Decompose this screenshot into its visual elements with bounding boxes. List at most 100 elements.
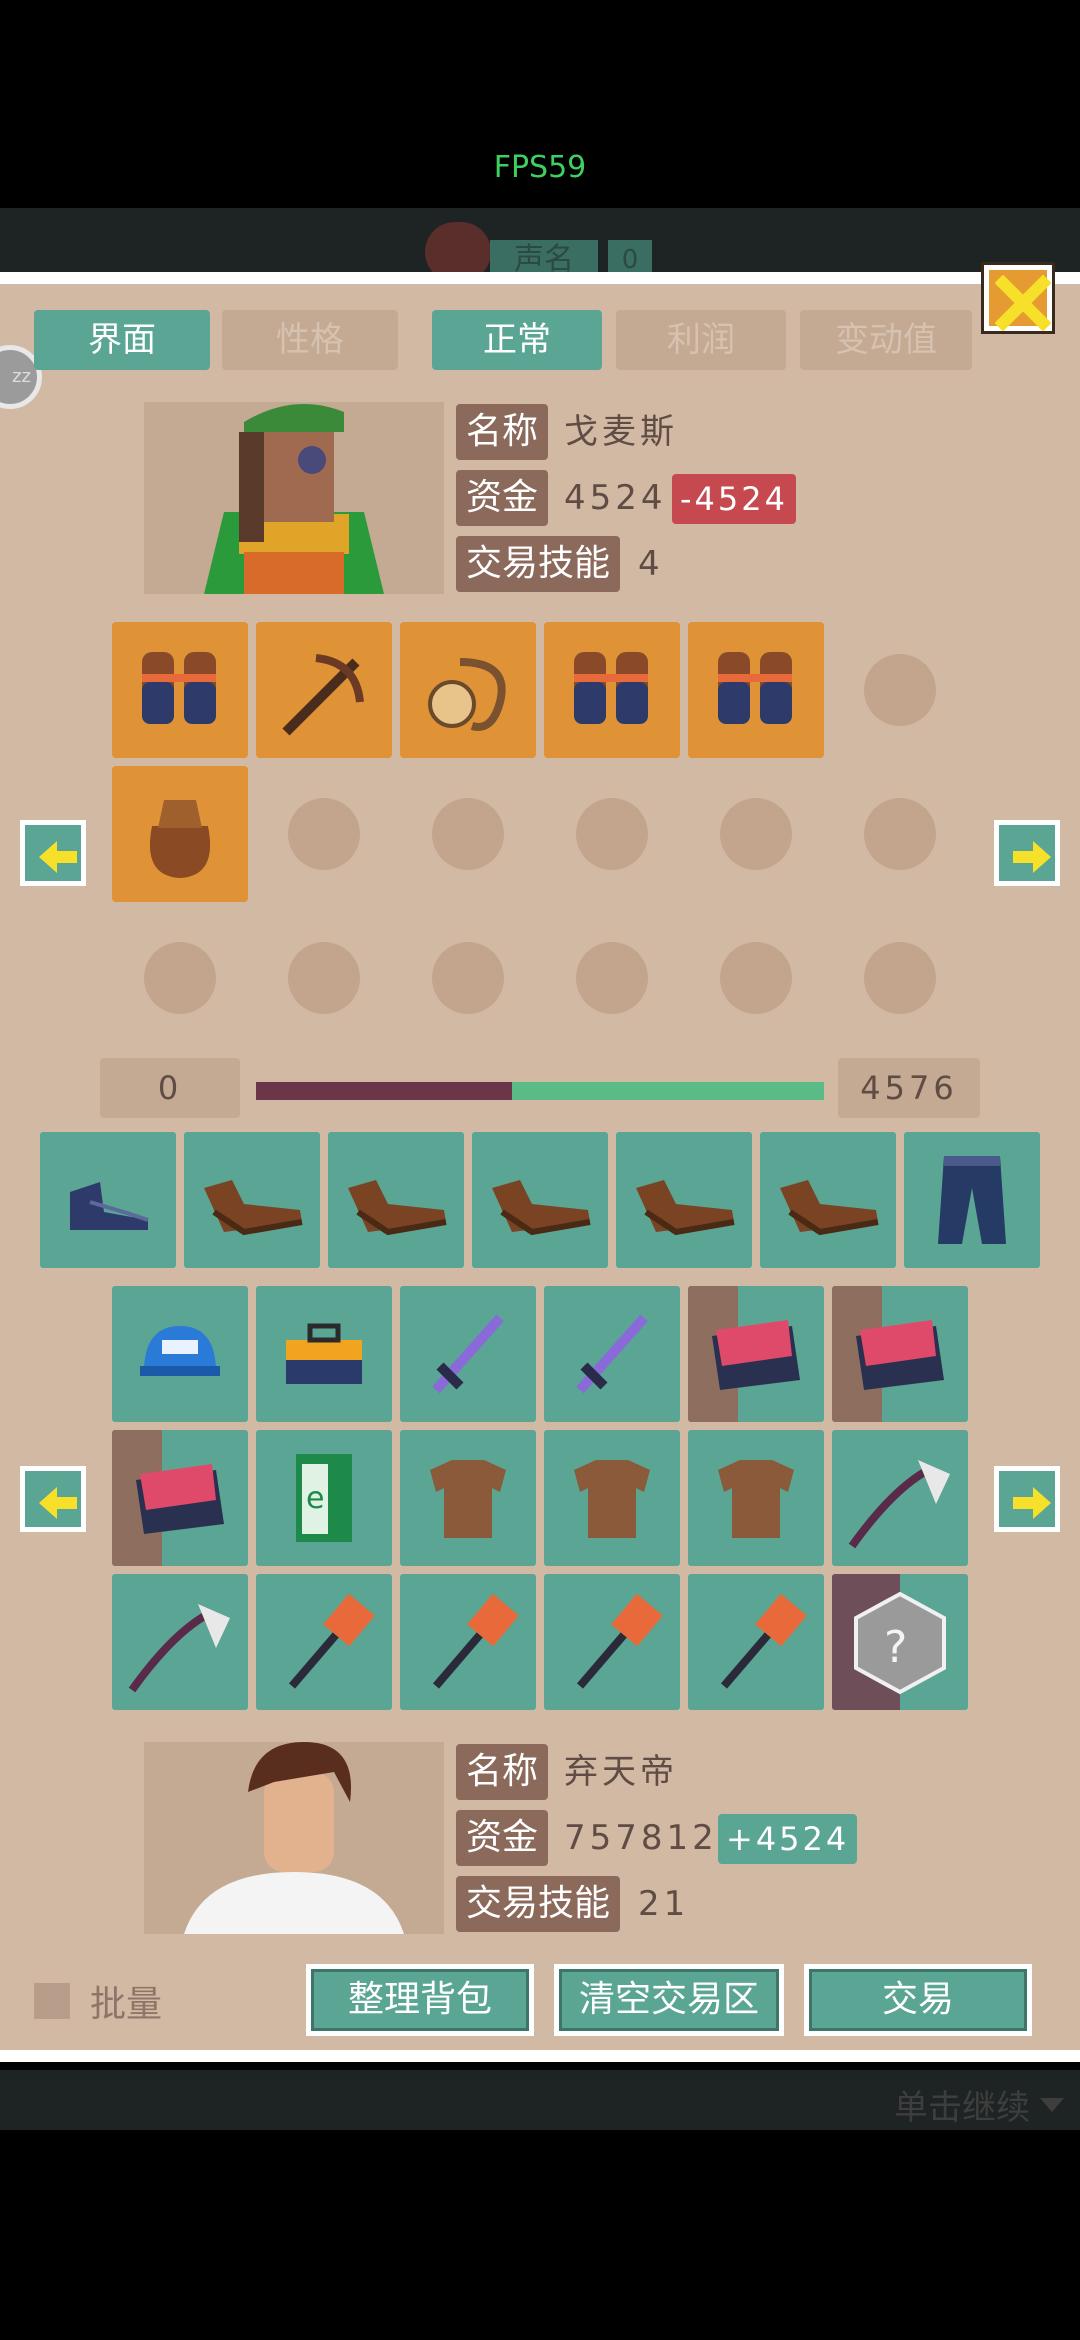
hammer-icon <box>288 1593 375 1689</box>
book-icon <box>136 1464 224 1534</box>
player-skill-label: 交易技能 <box>456 1876 621 1932</box>
rope-icon <box>428 658 506 731</box>
player-funds-label: 资金 <box>456 1810 549 1866</box>
gloves-icon <box>574 652 648 724</box>
empty-slot[interactable] <box>864 654 936 726</box>
arrow-right-icon <box>1013 1487 1051 1519</box>
empty-slot[interactable] <box>576 798 648 870</box>
empty-slot[interactable] <box>288 942 360 1014</box>
tab-personality[interactable]: 性格 <box>222 310 398 370</box>
balance-bar <box>256 1082 824 1100</box>
cap-icon <box>140 1326 220 1376</box>
player-name-label: 名称 <box>456 1744 549 1800</box>
inventory-slot[interactable]: ? <box>832 1574 968 1710</box>
empty-slot[interactable] <box>144 942 216 1014</box>
tab-interface[interactable]: 界面 <box>34 310 210 370</box>
armor-icon <box>574 1460 650 1538</box>
clear-trade-area-button[interactable]: 清空交易区 <box>554 1964 784 2036</box>
inventory-next-button[interactable] <box>994 1466 1060 1532</box>
trader-portrait <box>144 402 444 594</box>
player-funds-delta: +4524 <box>718 1814 858 1864</box>
empty-slot[interactable] <box>432 798 504 870</box>
inventory-slot[interactable] <box>904 1132 1040 1268</box>
gloves-icon <box>718 652 792 724</box>
inventory-slot[interactable] <box>112 1574 248 1710</box>
trade-slot[interactable] <box>688 622 824 758</box>
empty-slot[interactable] <box>288 798 360 870</box>
inventory-slot[interactable]: e <box>256 1430 392 1566</box>
continue-label: 单击继续 <box>894 2088 1030 2128</box>
trade-slot[interactable] <box>112 622 248 758</box>
trader-funds-label: 资金 <box>456 470 549 526</box>
trader-skill-label: 交易技能 <box>456 536 621 592</box>
trader-skill: 4 <box>638 544 664 584</box>
sword-icon <box>576 1314 648 1394</box>
inventory-slot[interactable] <box>112 1430 248 1566</box>
inventory-slot[interactable] <box>256 1286 392 1422</box>
trader-funds: 4524 <box>564 478 667 518</box>
svg-text:e: e <box>306 1481 324 1516</box>
trade-slot[interactable] <box>112 766 248 902</box>
inventory-slot[interactable] <box>832 1430 968 1566</box>
inventory-slot[interactable] <box>544 1574 680 1710</box>
shoes-icon <box>780 1180 879 1236</box>
trade-slot[interactable] <box>400 622 536 758</box>
armor-icon <box>430 1460 506 1538</box>
inventory-slot[interactable] <box>112 1286 248 1422</box>
player-portrait <box>144 1742 444 1934</box>
balance-bar-fill <box>256 1082 512 1100</box>
trade-next-button[interactable] <box>994 820 1060 886</box>
shoes-icon <box>492 1180 591 1236</box>
inventory-slot[interactable] <box>400 1574 536 1710</box>
tab-change-value[interactable]: 变动值 <box>800 310 972 370</box>
close-button[interactable] <box>984 265 1052 331</box>
book-icon <box>712 1320 800 1390</box>
arrow-right-icon <box>1013 841 1051 873</box>
inventory-slot[interactable] <box>544 1286 680 1422</box>
chevron-down-icon <box>1040 2098 1064 2112</box>
inventory-slot[interactable] <box>400 1286 536 1422</box>
inventory-slot[interactable] <box>688 1430 824 1566</box>
inventory-slot[interactable] <box>256 1574 392 1710</box>
inventory-slot[interactable] <box>400 1430 536 1566</box>
empty-slot[interactable] <box>432 942 504 1014</box>
ebook-icon: e <box>296 1454 352 1542</box>
trade-button[interactable]: 交易 <box>804 1964 1032 2036</box>
trade-prev-button[interactable] <box>20 820 86 886</box>
empty-slot[interactable] <box>576 942 648 1014</box>
trader-name: 戈麦斯 <box>564 412 678 452</box>
batch-checkbox[interactable] <box>34 1983 70 2019</box>
empty-slot[interactable] <box>720 798 792 870</box>
inventory-slot[interactable] <box>184 1132 320 1268</box>
inventory-prev-button[interactable] <box>20 1466 86 1532</box>
trade-slot[interactable] <box>544 622 680 758</box>
inventory-slot[interactable] <box>616 1132 752 1268</box>
hammer-icon <box>720 1593 807 1689</box>
trader-name-label: 名称 <box>456 404 549 460</box>
tab-profit[interactable]: 利润 <box>616 310 786 370</box>
balance-right-value: 4576 <box>838 1058 980 1118</box>
axe-icon <box>128 1604 230 1693</box>
inventory-slot[interactable] <box>472 1132 608 1268</box>
empty-slot[interactable] <box>720 942 792 1014</box>
balance-left-value: 0 <box>100 1058 240 1118</box>
empty-slot[interactable] <box>864 942 936 1014</box>
batch-label: 批量 <box>90 1984 163 2025</box>
tab-normal[interactable]: 正常 <box>432 310 602 370</box>
mystery-box-icon: ? <box>854 1591 946 1695</box>
sort-backpack-button[interactable]: 整理背包 <box>306 1964 534 2036</box>
trade-slot[interactable] <box>256 622 392 758</box>
empty-slot[interactable] <box>864 798 936 870</box>
inventory-slot[interactable] <box>328 1132 464 1268</box>
inventory-slot[interactable] <box>760 1132 896 1268</box>
sword-icon <box>432 1314 504 1394</box>
inventory-slot[interactable] <box>40 1132 176 1268</box>
inventory-slot[interactable] <box>688 1286 824 1422</box>
axe-icon <box>848 1460 950 1549</box>
inventory-slot[interactable] <box>832 1286 968 1422</box>
hammer-icon <box>576 1593 663 1689</box>
arrow-left-icon <box>39 841 77 873</box>
inventory-slot[interactable] <box>544 1430 680 1566</box>
inventory-slot[interactable] <box>688 1574 824 1710</box>
player-skill: 21 <box>638 1884 690 1924</box>
